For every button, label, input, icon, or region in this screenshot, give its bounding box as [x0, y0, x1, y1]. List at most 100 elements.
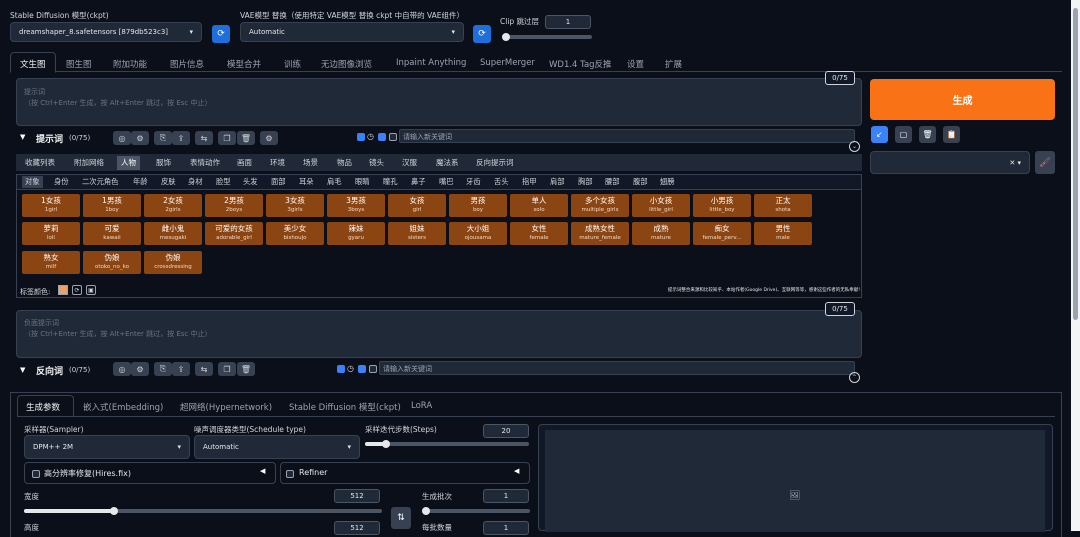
tag-button[interactable]: 可爱的女孩 adorable_girl	[205, 222, 263, 245]
tab-infinite-image-browsing[interactable]: 无边图像浏览	[321, 58, 372, 70]
hires-fix-checkbox[interactable]	[32, 470, 40, 478]
tag-button[interactable]: 单人 solo	[510, 194, 568, 217]
subcategory-item[interactable]: 翅膀	[657, 176, 678, 188]
subcategory-item[interactable]: 脸型	[213, 176, 234, 188]
collapse-icon[interactable]: ⌄	[849, 141, 860, 152]
refresh-color-icon[interactable]: ⟳	[72, 285, 82, 295]
category-extra-networks[interactable]: 附加网络	[70, 156, 108, 170]
refresh-sd-model-button[interactable]: ⟳	[212, 25, 230, 43]
tag-button[interactable]: 1男孩 1boy	[83, 194, 141, 217]
settings-button[interactable]: ⚙	[131, 131, 149, 145]
export-button[interactable]: ⇪	[172, 362, 190, 376]
collapse-triangle-icon[interactable]: ▼	[20, 366, 25, 374]
tab-supermerger[interactable]: SuperMerger	[480, 58, 535, 68]
delete-button[interactable]: 🗑	[237, 131, 255, 145]
tag-button[interactable]: 3女孩 3girls	[266, 194, 324, 217]
category-scene[interactable]: 场景	[299, 156, 322, 170]
sampler-dropdown[interactable]: DPM++ 2M ▾	[24, 435, 190, 459]
slider-knob[interactable]	[422, 507, 430, 515]
subcategory-item[interactable]: 肩毛	[324, 176, 345, 188]
clear-prompt-button[interactable]: ▢	[895, 126, 912, 143]
swap-button[interactable]: ⇆	[195, 131, 213, 145]
tag-button[interactable]: 多个女孩 multiple_girls	[571, 194, 629, 217]
tag-button[interactable]: 3男孩 3boys	[327, 194, 385, 217]
new-keyword-input[interactable]: 请输入新关键词	[379, 361, 855, 375]
steps-input[interactable]: 20	[483, 424, 529, 438]
subcategory-item[interactable]: 指甲	[519, 176, 540, 188]
prompt-textarea[interactable]: 提示词 （按 Ctrl+Enter 生成，按 Alt+Enter 跳过，按 Es…	[16, 78, 862, 126]
swap-button[interactable]: ⇆	[195, 362, 213, 376]
swap-dimensions-button[interactable]: ⇅	[391, 507, 411, 529]
clear-x-icon[interactable]: ✕ ▾	[1009, 159, 1021, 167]
color-swatch-orange[interactable]	[58, 285, 68, 295]
subcategory-item[interactable]: 眼睛	[352, 176, 373, 188]
page-scrollbar[interactable]	[1071, 0, 1080, 531]
tag-button[interactable]: 成熟女性 mature_female	[571, 222, 629, 245]
tab-checkpoints[interactable]: Stable Diffusion 模型(ckpt)	[289, 401, 401, 413]
subcategory-item[interactable]: 身份	[51, 176, 72, 188]
subcategory-item[interactable]: 二次元角色	[79, 176, 121, 188]
slider-knob[interactable]	[502, 33, 510, 41]
category-items[interactable]: 物品	[333, 156, 356, 170]
sd-model-dropdown[interactable]: dreamshaper_8.safetensors [879db523c3] ▾	[10, 22, 202, 42]
styles-dropdown[interactable]: ✕ ▾	[870, 151, 1030, 174]
extra-settings-button[interactable]: ⚙	[260, 131, 278, 145]
category-favorites[interactable]: 收藏列表	[21, 156, 59, 170]
tab-txt2img[interactable]: 文生图	[20, 58, 46, 70]
tab-train[interactable]: 训练	[284, 58, 301, 70]
tag-button[interactable]: 女孩 girl	[388, 194, 446, 217]
tag-button[interactable]: 小男孩 little_boy	[693, 194, 751, 217]
settings-button[interactable]: ⚙	[131, 362, 149, 376]
read-params-button[interactable]: ↙	[871, 126, 888, 143]
scrollbar-thumb[interactable]	[1073, 8, 1078, 320]
expand-icon[interactable]: ⌃	[849, 372, 860, 383]
category-expression[interactable]: 表情动作	[186, 156, 224, 170]
batch-count-input[interactable]: 1	[483, 489, 529, 503]
import-button[interactable]: ⎘	[154, 131, 172, 145]
subcategory-item[interactable]: 腰部	[602, 176, 623, 188]
tag-button[interactable]: 男孩 boy	[449, 194, 507, 217]
category-magic[interactable]: 魔法系	[432, 156, 463, 170]
auto-checkbox[interactable]	[378, 133, 386, 141]
collapse-triangle-icon[interactable]: ▼	[20, 133, 25, 141]
tag-button[interactable]: 男性 male	[754, 222, 812, 245]
tag-button[interactable]: 正太 shota	[754, 194, 812, 217]
category-hanfu[interactable]: 汉服	[398, 156, 421, 170]
tag-button[interactable]: 女性 female	[510, 222, 568, 245]
subcategory-item[interactable]: 鼻子	[408, 176, 429, 188]
batch-size-input[interactable]: 1	[483, 521, 529, 535]
tag-button[interactable]: 2男孩 2boys	[205, 194, 263, 217]
enable-checkbox[interactable]	[357, 133, 365, 141]
edit-style-button[interactable]: 🖌	[1035, 151, 1055, 174]
auto-checkbox[interactable]	[358, 365, 366, 373]
tag-button[interactable]: 1女孩 1girl	[22, 194, 80, 217]
category-clothing[interactable]: 服饰	[152, 156, 175, 170]
collapse-triangle-icon[interactable]: ◀	[260, 467, 265, 475]
subcategory-item[interactable]: 舌头	[491, 176, 512, 188]
tab-hypernetwork[interactable]: 超网络(Hypernetwork)	[180, 401, 272, 413]
subcategory-item[interactable]: 肩部	[547, 176, 568, 188]
new-keyword-input[interactable]: 请输入新关键词	[399, 129, 855, 143]
clip-skip-input[interactable]: 1	[545, 15, 591, 29]
tab-embedding[interactable]: 嵌入式(Embedding)	[83, 401, 163, 413]
subcategory-item[interactable]: 牙齿	[463, 176, 484, 188]
subcategory-item[interactable]: 年龄	[130, 176, 151, 188]
enable-checkbox[interactable]	[337, 365, 345, 373]
delete-button[interactable]: 🗑	[237, 362, 255, 376]
tag-button[interactable]: 大小姐 ojousama	[449, 222, 507, 245]
subcategory-item[interactable]: 面部	[268, 176, 289, 188]
slider-knob[interactable]	[109, 507, 118, 515]
tag-button[interactable]: 2女孩 2girls	[144, 194, 202, 217]
tag-button[interactable]: 姐妹 sisters	[388, 222, 446, 245]
width-slider[interactable]	[24, 507, 382, 515]
tab-wd14-tagger[interactable]: WD1.4 Tag反推	[549, 58, 612, 70]
tab-checkpoint-merger[interactable]: 模型合并	[227, 58, 261, 70]
schedule-dropdown[interactable]: Automatic ▾	[194, 435, 360, 459]
tab-extensions[interactable]: 扩展	[665, 58, 682, 70]
tab-generation[interactable]: 生成参数	[26, 401, 60, 413]
translate-button[interactable]: ◎	[113, 362, 131, 376]
width-input[interactable]: 512	[334, 489, 380, 503]
negative-prompt-textarea[interactable]: 负面提示词 （按 Ctrl+Enter 生成，按 Alt+Enter 跳过，按 …	[16, 310, 862, 358]
category-environment[interactable]: 环境	[266, 156, 289, 170]
palette-icon[interactable]: ▣	[86, 285, 96, 295]
